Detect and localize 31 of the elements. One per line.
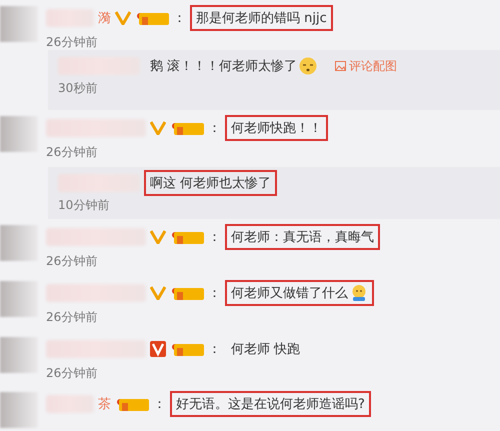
comment-text: 好无语。这是在说何老师造谣吗? <box>170 391 371 418</box>
timestamp: 26分钟前 <box>46 34 98 51</box>
user-name[interactable]: 漪 <box>98 9 111 27</box>
timestamp: 30秒前 <box>58 80 98 97</box>
colon: ： <box>208 340 221 358</box>
avatar <box>0 225 38 262</box>
comment-text: 啊这 何老师也太惨了 <box>144 170 278 196</box>
avatar <box>0 336 38 373</box>
colon: ： <box>208 229 221 246</box>
comment-text: 何老师又做错了什么 <box>225 280 374 306</box>
image-icon <box>335 61 346 71</box>
timestamp: 10分钟前 <box>58 197 110 214</box>
comment-text: 那是何老师的错吗 njjc <box>190 5 333 31</box>
timestamp: 26分钟前 <box>46 144 98 161</box>
timestamp: 26分钟前 <box>46 364 98 382</box>
comment-text: 何老师 快跑 <box>230 340 302 359</box>
timestamp: 26分钟前 <box>46 308 98 326</box>
comment-text: 何老师：真无语，真晦气 <box>225 224 380 250</box>
comment-text: 鹅 滚！！！何老师太惨了 <box>144 53 324 79</box>
timestamp: 26分钟前 <box>46 253 98 270</box>
colon: ： <box>153 396 166 414</box>
comment-text: 何老师快跑！！ <box>225 114 328 141</box>
avatar <box>0 6 38 42</box>
avatar <box>0 116 38 152</box>
avatar <box>0 392 38 428</box>
colon: ： <box>208 120 221 137</box>
colon: ： <box>173 10 186 27</box>
image-comment-link[interactable]: 评论配图 <box>335 58 398 74</box>
colon: ： <box>208 284 221 302</box>
user-name[interactable]: 茶 <box>98 395 111 414</box>
avatar <box>0 280 38 317</box>
